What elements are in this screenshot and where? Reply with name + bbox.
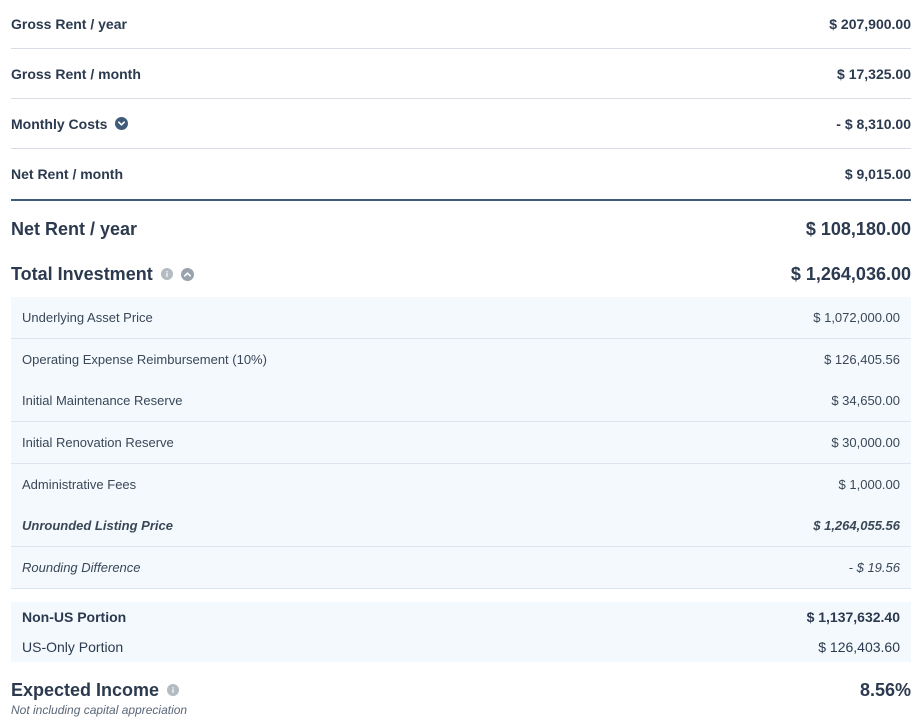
gross-rent-year-value: $ 207,900.00 [829, 16, 911, 32]
unrounded-listing-label: Unrounded Listing Price [22, 518, 173, 533]
investment-item-value: $ 34,650.00 [831, 393, 900, 408]
investment-item-row: Underlying Asset Price $ 1,072,000.00 [11, 297, 911, 339]
info-icon[interactable] [160, 268, 173, 280]
info-icon[interactable] [167, 684, 180, 696]
net-rent-year-value: $ 108,180.00 [805, 218, 911, 239]
investment-item-label: Initial Renovation Reserve [22, 435, 174, 450]
monthly-costs-value: - $ 8,310.00 [836, 115, 911, 132]
total-investment-value: $ 1,264,036.00 [790, 263, 911, 284]
total-investment-label-group[interactable]: Total Investment [11, 264, 194, 285]
rounding-difference-label: Rounding Difference [22, 560, 141, 575]
net-rent-month-label: Net Rent / month [11, 166, 123, 182]
expected-income-row: Expected Income 8.56% [11, 674, 911, 706]
investment-item-label: Initial Maintenance Reserve [22, 393, 183, 408]
expected-income-label-group: Expected Income [11, 679, 180, 701]
non-us-portion-value: $ 1,137,632.40 [806, 609, 900, 625]
rounding-difference-row: Rounding Difference - $ 19.56 [11, 547, 911, 589]
net-rent-year-label: Net Rent / year [11, 218, 138, 239]
chevron-down-circle-icon[interactable] [115, 117, 129, 130]
rounding-difference-value: - $ 19.56 [848, 560, 900, 575]
monthly-costs-row[interactable]: Monthly Costs - $ 8,310.00 [11, 99, 911, 149]
expected-income-value: 8.56% [859, 679, 911, 700]
gross-rent-year-row: Gross Rent / year $ 207,900.00 [11, 0, 911, 49]
expected-income-label: Expected Income [11, 679, 160, 700]
unrounded-listing-value: $ 1,264,055.56 [813, 518, 900, 533]
non-us-portion-label: Non-US Portion [22, 609, 127, 625]
chevron-up-circle-icon[interactable] [180, 267, 194, 281]
investment-item-label: Administrative Fees [22, 477, 137, 492]
gross-rent-month-row: Gross Rent / month $ 17,325.00 [11, 49, 911, 99]
investment-item-label: Operating Expense Reimbursement (10%) [22, 352, 267, 367]
investment-item-row: Administrative Fees $ 1,000.00 [11, 464, 911, 506]
us-only-portion-label: US-Only Portion [22, 639, 124, 655]
monthly-costs-label-group[interactable]: Monthly Costs [11, 115, 129, 132]
non-us-portion-row: Non-US Portion $ 1,137,632.40 [11, 602, 911, 632]
investment-item-value: $ 1,072,000.00 [813, 310, 900, 325]
net-rent-year-row: Net Rent / year $ 108,180.00 [11, 213, 911, 245]
expected-income-note: Not including capital appreciation [11, 703, 188, 717]
monthly-costs-label: Monthly Costs [11, 115, 108, 132]
gross-rent-month-value: $ 17,325.00 [837, 65, 911, 82]
net-rent-month-value: $ 9,015.00 [844, 166, 911, 182]
investment-item-value: $ 30,000.00 [831, 435, 900, 450]
investment-item-label: Underlying Asset Price [22, 310, 153, 325]
investment-item-row: Initial Maintenance Reserve $ 34,650.00 [11, 380, 911, 422]
investment-item-row: Operating Expense Reimbursement (10%) $ … [11, 339, 911, 381]
investment-item-row: Initial Renovation Reserve $ 30,000.00 [11, 422, 911, 464]
unrounded-listing-row: Unrounded Listing Price $ 1,264,055.56 [11, 505, 911, 547]
gross-rent-year-label: Gross Rent / year [11, 16, 127, 32]
investment-item-value: $ 1,000.00 [838, 477, 900, 492]
gross-rent-month-label: Gross Rent / month [11, 65, 141, 82]
total-investment-label: Total Investment [11, 263, 153, 284]
us-only-portion-row: US-Only Portion $ 126,403.60 [11, 632, 911, 662]
net-rent-month-row: Net Rent / month $ 9,015.00 [11, 149, 911, 201]
total-investment-row[interactable]: Total Investment $ 1,264,036.00 [11, 258, 911, 290]
us-only-portion-value: $ 126,403.60 [818, 639, 900, 655]
investment-item-value: $ 126,405.56 [824, 352, 900, 367]
